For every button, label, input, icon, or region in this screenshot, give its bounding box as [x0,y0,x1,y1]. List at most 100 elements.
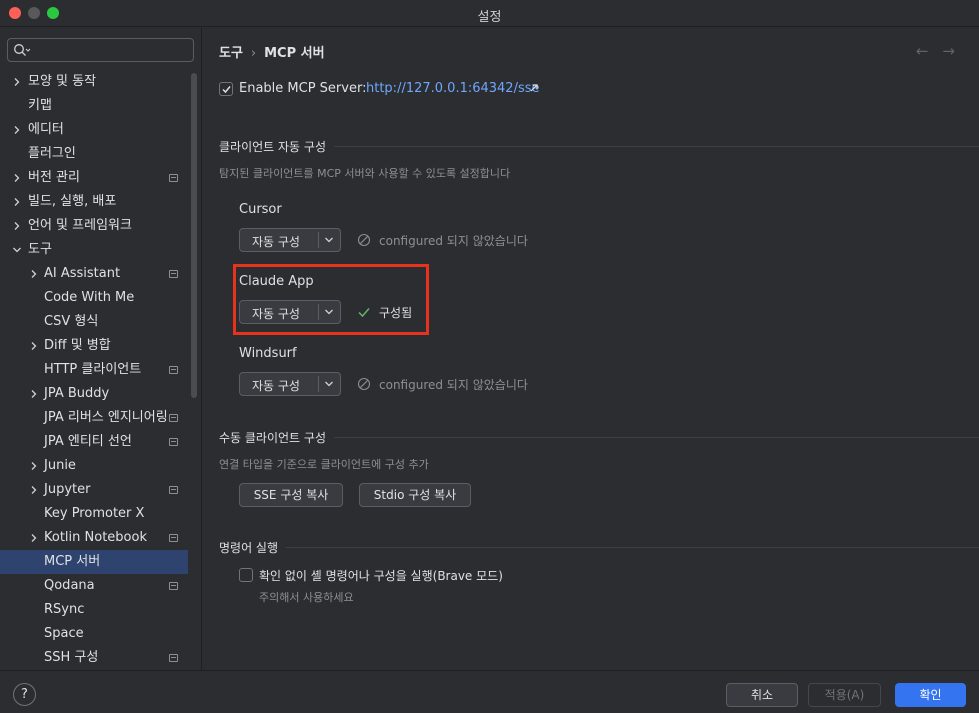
brave-mode-hint: 주의해서 사용하세요 [259,591,354,604]
sidebar-item-label: 키맵 [28,98,52,113]
sidebar-item[interactable]: 에디터 [0,118,188,142]
back-arrow-icon[interactable]: ← [916,42,943,60]
window-title: 설정 [477,10,502,25]
sidebar-item[interactable]: SSH 구성 [0,646,188,670]
chevron-right-icon[interactable] [29,533,39,543]
cancel-button[interactable]: 취소 [726,683,798,707]
search-icon [14,44,31,56]
chevron-right-icon[interactable] [29,341,39,351]
sidebar-item[interactable]: Kotlin Notebook [0,526,188,550]
ok-button[interactable]: 확인 [895,683,966,707]
title-bar: 설정 [0,0,979,27]
sidebar-item[interactable]: Qodana [0,574,188,598]
sidebar-item-label: 에디터 [28,122,64,137]
manual-config-description: 연결 타입을 기준으로 클라이언트에 구성 추가 [219,458,429,471]
sidebar-item-label: Junie [44,458,76,473]
sidebar-item[interactable]: JPA 엔티티 선언 [0,430,188,454]
forward-arrow-icon[interactable]: → [942,42,969,60]
chevron-right-icon[interactable] [29,461,39,471]
client-name: Windsurf [239,346,297,361]
settings-content: 도구 › MCP 서버 ←→ Enable MCP Server: http://1… [203,28,979,670]
section-divider [219,547,979,548]
highlight-box [233,264,429,335]
sidebar-item-label: 빌드, 실행, 배포 [28,194,117,209]
sidebar-item[interactable]: Key Promoter X [0,502,188,526]
command-exec-section: 명령어 실행 [219,539,979,556]
sidebar-item[interactable]: 모양 및 동작 [0,70,188,94]
sidebar-item-label: JPA 리버스 엔지니어링 [44,410,168,425]
sidebar-item-label: MCP 서버 [44,554,101,569]
checkmark-icon [222,86,231,94]
sidebar-item[interactable]: AI Assistant [0,262,188,286]
brave-mode-label: 확인 없이 셸 명령어나 구성을 실행(Brave 모드) [259,569,503,583]
project-settings-icon [169,486,178,494]
sidebar-item[interactable]: 플러그인 [0,142,188,166]
settings-tree: 모양 및 동작키맵에디터플러그인버전 관리빌드, 실행, 배포언어 및 프레임워… [0,70,188,670]
sidebar-scrollbar[interactable] [191,73,197,398]
sidebar-item-label: Key Promoter X [44,506,145,521]
sidebar-item[interactable]: Junie [0,454,188,478]
project-settings-icon [169,654,178,662]
chevron-right-icon[interactable] [29,485,39,495]
enable-mcp-checkbox[interactable] [219,82,233,96]
sidebar-item[interactable]: 도구 [0,238,188,262]
section-title: 클라이언트 자동 구성 [219,138,334,155]
copy-stdio-config-button[interactable]: Stdio 구성 복사 [359,483,471,507]
sse-url-link[interactable]: http://127.0.0.1:64342/sse [366,81,540,96]
auto-configure-label: 자동 구성 [252,379,300,393]
project-settings-icon [169,270,178,278]
breadcrumb-parent[interactable]: 도구 [219,46,243,61]
project-settings-icon [169,534,178,542]
sidebar-item[interactable]: Space [0,622,188,646]
sidebar-item[interactable]: 빌드, 실행, 배포 [0,190,188,214]
dropdown-divider [318,232,319,248]
sidebar-item[interactable]: Code With Me [0,286,188,310]
chevron-down-icon[interactable] [12,245,22,255]
sidebar-item[interactable]: JPA Buddy [0,382,188,406]
copy-sse-config-button[interactable]: SSE 구성 복사 [239,483,343,507]
section-title: 명령어 실행 [219,539,287,556]
status-text: configured 되지 않았습니다 [379,234,528,248]
sidebar-item-label: AI Assistant [44,266,121,281]
chevron-down-icon[interactable] [324,380,334,388]
sidebar-item-label: HTTP 클라이언트 [44,362,142,377]
auto-configure-dropdown[interactable]: 자동 구성 [239,228,341,252]
sidebar-item[interactable]: 키맵 [0,94,188,118]
auto-config-description: 탐지된 클라이언트를 MCP 서버와 사용할 수 있도록 설정합니다 [219,167,511,180]
chevron-right-icon[interactable] [29,389,39,399]
sidebar-item[interactable]: Diff 및 병합 [0,334,188,358]
chevron-right-icon[interactable] [12,125,22,135]
auto-config-section: 클라이언트 자동 구성 [219,138,979,155]
apply-button[interactable]: 적용(A) [808,683,881,707]
sidebar-item[interactable]: MCP 서버 [0,550,188,574]
status-text: configured 되지 않았습니다 [379,378,528,392]
project-settings-icon [169,582,178,590]
not-configured-icon [357,233,371,247]
chevron-down-icon[interactable] [324,236,334,244]
chevron-right-icon[interactable] [29,269,39,279]
sidebar-item-label: 도구 [28,242,52,257]
sidebar-item[interactable]: 버전 관리 [0,166,188,190]
help-button[interactable]: ? [13,683,36,706]
sidebar-item-label: 플러그인 [28,146,76,161]
chevron-right-icon[interactable] [12,77,22,87]
sidebar-item[interactable]: 언어 및 프레임워크 [0,214,188,238]
project-settings-icon [169,438,178,446]
chevron-right-icon[interactable] [12,221,22,231]
sidebar-item[interactable]: Jupyter [0,478,188,502]
project-settings-icon [169,174,178,182]
auto-configure-dropdown[interactable]: 자동 구성 [239,372,341,396]
chevron-right-icon[interactable] [12,197,22,207]
client-name: Cursor [239,202,282,217]
sidebar-item[interactable]: JPA 리버스 엔지니어링 [0,406,188,430]
sidebar-item[interactable]: RSync [0,598,188,622]
search-input[interactable] [7,38,194,62]
external-link-icon[interactable] [529,83,539,93]
sidebar-item-label: 언어 및 프레임워크 [28,218,132,233]
breadcrumb-current: MCP 서버 [264,46,325,61]
sidebar-item[interactable]: HTTP 클라이언트 [0,358,188,382]
sidebar-item[interactable]: CSV 형식 [0,310,188,334]
chevron-right-icon[interactable] [12,173,22,183]
brave-mode-checkbox[interactable] [239,568,253,582]
sidebar-item-label: Diff 및 병합 [44,338,111,353]
